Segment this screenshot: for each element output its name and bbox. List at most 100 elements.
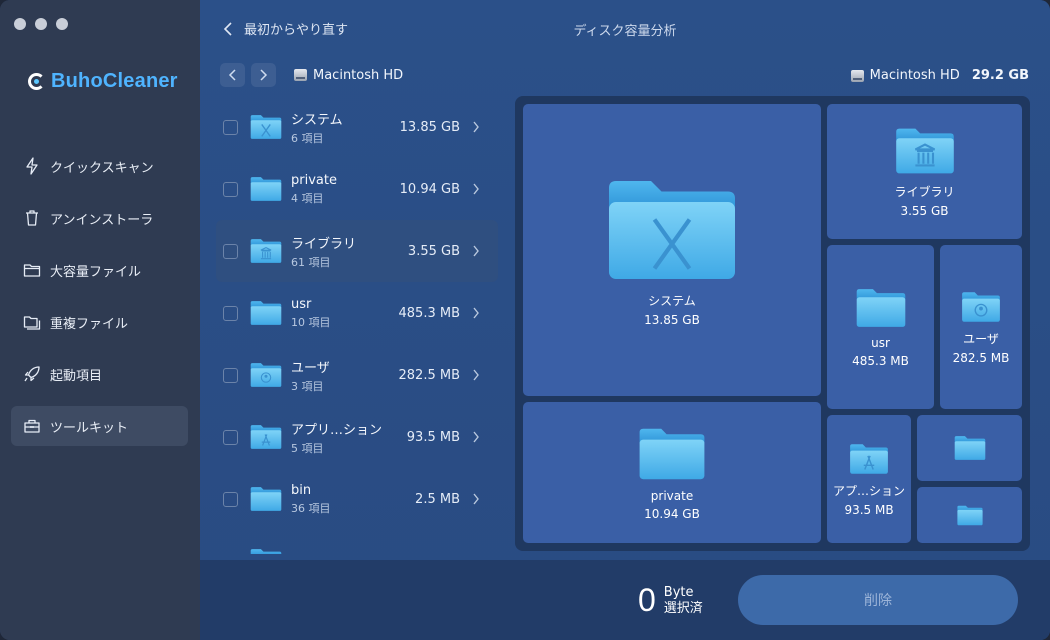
action-footer: 0 Byte 選択済 削除: [200, 560, 1050, 640]
item-size: 13.85 GB: [399, 119, 460, 135]
rocket-icon: [24, 366, 40, 382]
item-name: システム: [291, 112, 343, 128]
toolkit-icon: [24, 419, 40, 433]
nav-forward-button[interactable]: [251, 63, 276, 87]
item-count: 6 項目: [291, 131, 324, 145]
tile-size: 10.94 GB: [644, 506, 700, 521]
list-item[interactable]: sbin: [216, 530, 498, 554]
system-folder-icon: [602, 174, 742, 286]
item-size: 485.3 MB: [398, 305, 460, 321]
item-count: 36 項目: [291, 501, 331, 515]
bolt-icon: [26, 157, 38, 175]
folder-icon: [249, 485, 283, 513]
item-count: 61 項目: [291, 255, 331, 269]
item-count: 10 項目: [291, 315, 331, 329]
item-size: 3.55 GB: [407, 243, 460, 259]
tile-name: ライブラリ: [894, 185, 955, 199]
file-list: システム 6 項目 13.85 GB private 4 項目 10.94 GB ラ…: [216, 96, 498, 554]
folder-icon: [23, 264, 41, 277]
delete-button[interactable]: 削除: [738, 575, 1018, 625]
applications-folder-icon: [249, 423, 283, 451]
nav-back-button[interactable]: [220, 63, 245, 87]
treemap-tile-small[interactable]: [917, 487, 1022, 543]
item-name: ライブラリ: [291, 236, 357, 252]
chevron-right-icon[interactable]: [472, 369, 480, 381]
selected-label: 選択済: [663, 600, 703, 616]
chevron-right-icon[interactable]: [472, 493, 480, 505]
folder-icon: [956, 504, 984, 527]
list-item[interactable]: bin 36 項目 2.5 MB: [216, 468, 498, 530]
list-item[interactable]: システム 6 項目 13.85 GB: [216, 96, 498, 158]
buho-logo-icon: [28, 73, 45, 90]
item-checkbox[interactable]: [223, 181, 238, 197]
sidebar-item-startup[interactable]: 起動項目: [11, 354, 188, 394]
treemap-tile-small[interactable]: [917, 415, 1022, 481]
folder-icon: [249, 299, 283, 327]
sidebar-item-quick-scan[interactable]: クイックスキャン: [11, 146, 188, 186]
item-name: usr: [291, 296, 312, 312]
duplicate-folder-icon: [23, 316, 41, 330]
folder-icon: [249, 175, 283, 203]
chevron-right-icon[interactable]: [472, 431, 480, 443]
page-title: ディスク容量分析: [573, 24, 677, 39]
item-checkbox[interactable]: [223, 553, 238, 554]
sidebar-item-label: ツールキット: [50, 420, 129, 436]
applications-folder-icon: [848, 442, 890, 476]
app-logo: BuhoCleaner: [28, 70, 178, 93]
item-name: sbin: [291, 553, 486, 555]
selected-size-value: 0: [638, 582, 656, 618]
item-checkbox[interactable]: [223, 119, 238, 135]
list-item[interactable]: ライブラリ 61 項目 3.55 GB: [216, 220, 498, 282]
list-item[interactable]: アプリ…ション 5 項目 93.5 MB: [216, 406, 498, 468]
chevron-right-icon[interactable]: [472, 121, 480, 133]
list-item[interactable]: ユーザ 3 項目 282.5 MB: [216, 344, 498, 406]
tile-size: 282.5 MB: [952, 350, 1010, 365]
item-checkbox[interactable]: [223, 305, 238, 321]
treemap-tile-users[interactable]: ユーザ 282.5 MB: [940, 245, 1022, 409]
chevron-right-icon[interactable]: [472, 245, 480, 257]
item-checkbox[interactable]: [223, 491, 238, 507]
sidebar-item-uninstaller[interactable]: アンインストーラ: [11, 198, 188, 238]
folder-icon: [953, 434, 987, 462]
sidebar-item-label: 大容量ファイル: [50, 264, 142, 280]
selection-summary: 0 Byte 選択済: [638, 582, 703, 619]
chevron-right-icon[interactable]: [472, 183, 480, 195]
zoom-window-button[interactable]: [56, 18, 68, 30]
item-name: bin: [291, 482, 312, 498]
minimize-window-button[interactable]: [35, 18, 47, 30]
tile-name: システム: [648, 293, 696, 308]
breadcrumb: Macintosh HD: [294, 68, 403, 83]
disk-name: Macintosh HD: [869, 68, 960, 83]
library-folder-icon: [249, 237, 283, 265]
item-size: 93.5 MB: [406, 429, 460, 445]
chevron-right-icon[interactable]: [472, 307, 480, 319]
treemap-tile-usr[interactable]: usr 485.3 MB: [827, 245, 934, 409]
tile-size: 13.85 GB: [644, 312, 700, 327]
item-checkbox[interactable]: [223, 429, 238, 445]
tile-name: アプ…ション: [832, 483, 905, 498]
sidebar-item-label: 重複ファイル: [50, 316, 129, 332]
treemap-tile-applications[interactable]: アプ…ション 93.5 MB: [827, 415, 911, 543]
sidebar-nav: クイックスキャン アンインストーラ 大容量ファイル 重複ファイル 起動項目 ツー…: [11, 146, 188, 458]
tile-name: ユーザ: [963, 331, 999, 346]
users-folder-icon: [249, 361, 283, 389]
item-checkbox[interactable]: [223, 243, 238, 259]
tile-size: 485.3 MB: [852, 354, 909, 368]
disk-treemap: システム 13.85 GB ライブラリ 3.55 GB usr 485.3 MB…: [515, 96, 1030, 551]
item-count: 4 項目: [291, 191, 324, 205]
chevron-right-icon: [260, 69, 268, 81]
sidebar-item-toolkit[interactable]: ツールキット: [11, 406, 188, 446]
sidebar-item-duplicates[interactable]: 重複ファイル: [11, 302, 188, 342]
list-item[interactable]: private 4 項目 10.94 GB: [216, 158, 498, 220]
treemap-tile-private[interactable]: private 10.94 GB: [523, 402, 821, 543]
item-checkbox[interactable]: [223, 367, 238, 383]
folder-icon: [249, 547, 283, 554]
item-size: 282.5 MB: [398, 367, 460, 383]
list-item[interactable]: usr 10 項目 485.3 MB: [216, 282, 498, 344]
chevron-left-icon: [228, 69, 236, 81]
close-window-button[interactable]: [14, 18, 26, 30]
sidebar-item-large-files[interactable]: 大容量ファイル: [11, 250, 188, 290]
treemap-tile-library[interactable]: ライブラリ 3.55 GB: [827, 104, 1022, 239]
hard-drive-icon: [294, 69, 307, 81]
treemap-tile-system[interactable]: システム 13.85 GB: [523, 104, 821, 396]
